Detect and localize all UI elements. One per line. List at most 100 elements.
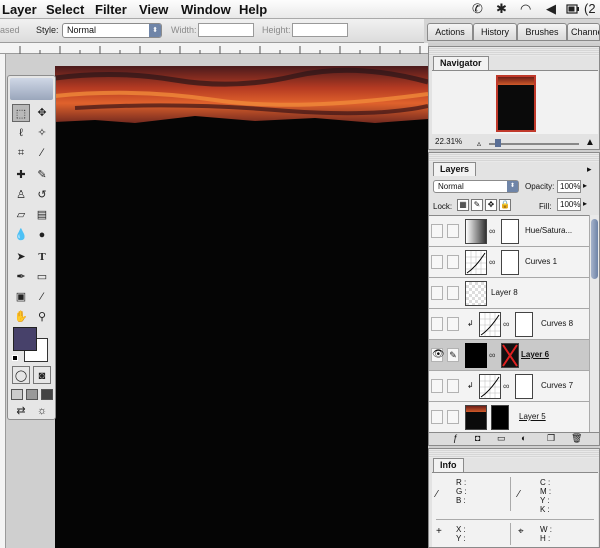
standard-mode-icon[interactable]: ◯ — [12, 366, 30, 384]
document-canvas[interactable] — [55, 66, 428, 548]
opacity-field[interactable]: 100% — [557, 180, 581, 193]
phone-icon[interactable]: ✆ — [472, 1, 483, 17]
tab-history[interactable]: History — [473, 23, 517, 41]
layer-row[interactable]: ↲ ∞ Curves 8 — [429, 309, 595, 340]
menu-filter[interactable]: Filter — [95, 2, 127, 17]
screen-mode-standard-icon[interactable] — [11, 389, 23, 400]
imageready-icon[interactable]: ☼ — [33, 402, 51, 420]
clone-stamp-icon[interactable]: ♙ — [12, 186, 30, 204]
eye-logo-icon[interactable] — [10, 78, 53, 100]
dodge-tool-icon[interactable]: ● — [33, 226, 51, 244]
zoom-in-icon[interactable]: ▲ — [585, 137, 595, 148]
eyedropper-icon[interactable]: ⁄ — [436, 489, 438, 500]
tab-brushes[interactable]: Brushes — [517, 23, 567, 41]
fill-field[interactable]: 100% — [557, 198, 581, 211]
menu-view[interactable]: View — [139, 2, 168, 17]
healing-brush-icon[interactable]: ✚ — [12, 166, 30, 184]
slice-tool-icon[interactable]: ∕ — [33, 144, 51, 162]
new-adjustment-layer-icon[interactable]: ◐ — [521, 433, 526, 443]
jump-to-imageready-icon[interactable]: ⇄ — [12, 402, 30, 420]
opacity-arrow-icon[interactable]: ▸ — [583, 181, 587, 190]
menu-window[interactable]: Window — [181, 2, 231, 17]
add-mask-icon[interactable]: ◘ — [475, 433, 480, 443]
panel-titlebar[interactable] — [429, 449, 599, 458]
tab-navigator[interactable]: Navigator — [433, 56, 489, 70]
layer-row-active[interactable]: 👁 ✎ ∞ Layer 6 — [429, 340, 595, 371]
layer-style-icon[interactable]: ƒ — [453, 433, 458, 443]
tab-layers[interactable]: Layers — [433, 162, 477, 176]
lock-all-icon[interactable]: 🔒 — [499, 199, 511, 211]
width-field[interactable] — [198, 23, 254, 37]
crop-tool-icon[interactable]: ⌗ — [12, 144, 30, 162]
lock-position-icon[interactable]: ✥ — [485, 199, 497, 211]
default-colors-icon[interactable] — [12, 355, 18, 361]
screen-mode-full-icon[interactable] — [41, 389, 53, 400]
brush-tool-icon[interactable]: ✎ — [33, 166, 51, 184]
layer-link-box[interactable] — [447, 317, 459, 331]
trash-icon[interactable]: 🗑 — [571, 433, 582, 444]
lock-pixels-icon[interactable]: ✎ — [471, 199, 483, 211]
menu-help[interactable]: Help — [239, 2, 267, 17]
marquee-tool-icon[interactable]: ⬚ — [12, 104, 30, 122]
foreground-color-swatch[interactable] — [13, 327, 37, 351]
tab-channels[interactable]: Channe — [567, 23, 600, 41]
gradient-tool-icon[interactable]: ▤ — [33, 206, 51, 224]
zoom-level[interactable]: 22.31% — [435, 137, 462, 146]
blend-mode-select[interactable]: Normal ⬍ — [433, 180, 519, 193]
shape-tool-icon[interactable]: ▭ — [33, 268, 51, 286]
type-tool-icon[interactable]: T — [33, 248, 51, 266]
history-brush-icon[interactable]: ↺ — [33, 186, 51, 204]
eyedropper-icon[interactable]: ⁄ — [33, 288, 51, 306]
layer-row[interactable]: Layer 8 — [429, 278, 595, 309]
layers-scrollbar[interactable] — [589, 215, 599, 432]
visibility-toggle[interactable] — [431, 255, 443, 269]
layer-link-box[interactable] — [447, 379, 459, 393]
menu-layer[interactable]: Layer — [2, 2, 37, 17]
pen-tool-icon[interactable]: ✒ — [12, 268, 30, 286]
wifi-icon[interactable]: ◠ — [520, 1, 531, 17]
height-field[interactable] — [292, 23, 348, 37]
layer-link-box[interactable] — [447, 410, 459, 424]
eye-icon[interactable]: 👁 — [431, 348, 445, 362]
tab-info[interactable]: Info — [433, 458, 464, 472]
screen-mode-full-menu-icon[interactable] — [26, 389, 38, 400]
style-select[interactable]: Normal ⬍ — [62, 23, 162, 38]
visibility-toggle[interactable] — [431, 317, 443, 331]
zoom-slider-handle[interactable] — [495, 139, 501, 147]
lock-transparency-icon[interactable]: ▦ — [457, 199, 469, 211]
zoom-slider[interactable] — [489, 143, 579, 145]
fill-arrow-icon[interactable]: ▸ — [583, 199, 587, 208]
layer-link-box[interactable] — [447, 286, 459, 300]
navigator-thumbnail[interactable] — [496, 75, 536, 132]
path-select-icon[interactable]: ➤ — [12, 248, 30, 266]
hand-tool-icon[interactable]: ✋ — [12, 308, 30, 326]
zoom-out-icon[interactable]: ▵ — [477, 139, 481, 148]
tab-actions[interactable]: Actions — [427, 23, 473, 41]
blur-tool-icon[interactable]: 💧 — [12, 226, 30, 244]
paintbrush-icon[interactable]: ✎ — [447, 348, 459, 362]
visibility-toggle[interactable] — [431, 410, 443, 424]
new-set-icon[interactable]: ▭ — [497, 433, 506, 444]
menu-select[interactable]: Select — [46, 2, 84, 17]
layer-row[interactable]: ∞ Curves 1 — [429, 247, 595, 278]
scrollbar-thumb[interactable] — [591, 219, 598, 279]
panel-titlebar[interactable] — [429, 47, 599, 56]
move-tool-icon[interactable]: ✥ — [33, 104, 51, 122]
bluetooth-icon[interactable]: ✱ — [496, 1, 507, 17]
eraser-tool-icon[interactable]: ▱ — [12, 206, 30, 224]
layer-link-box[interactable] — [447, 255, 459, 269]
layer-link-box[interactable] — [447, 224, 459, 238]
visibility-toggle[interactable] — [431, 224, 443, 238]
eyedropper-icon[interactable]: ⁄ — [518, 489, 520, 500]
new-layer-icon[interactable]: ❐ — [547, 433, 555, 444]
quick-mask-icon[interactable]: ◙ — [33, 366, 51, 384]
battery-icon[interactable] — [566, 3, 580, 18]
zoom-tool-icon[interactable]: ⚲ — [33, 308, 51, 326]
notes-tool-icon[interactable]: ▣ — [12, 288, 30, 306]
panel-titlebar[interactable] — [429, 153, 599, 162]
visibility-toggle[interactable] — [431, 286, 443, 300]
layer-row[interactable]: ∞ Hue/Satura... — [429, 216, 595, 247]
volume-icon[interactable]: ◀ — [546, 1, 556, 17]
panel-menu-icon[interactable]: ▸ — [587, 164, 592, 175]
layer-row[interactable]: ↲ ∞ Curves 7 — [429, 371, 595, 402]
